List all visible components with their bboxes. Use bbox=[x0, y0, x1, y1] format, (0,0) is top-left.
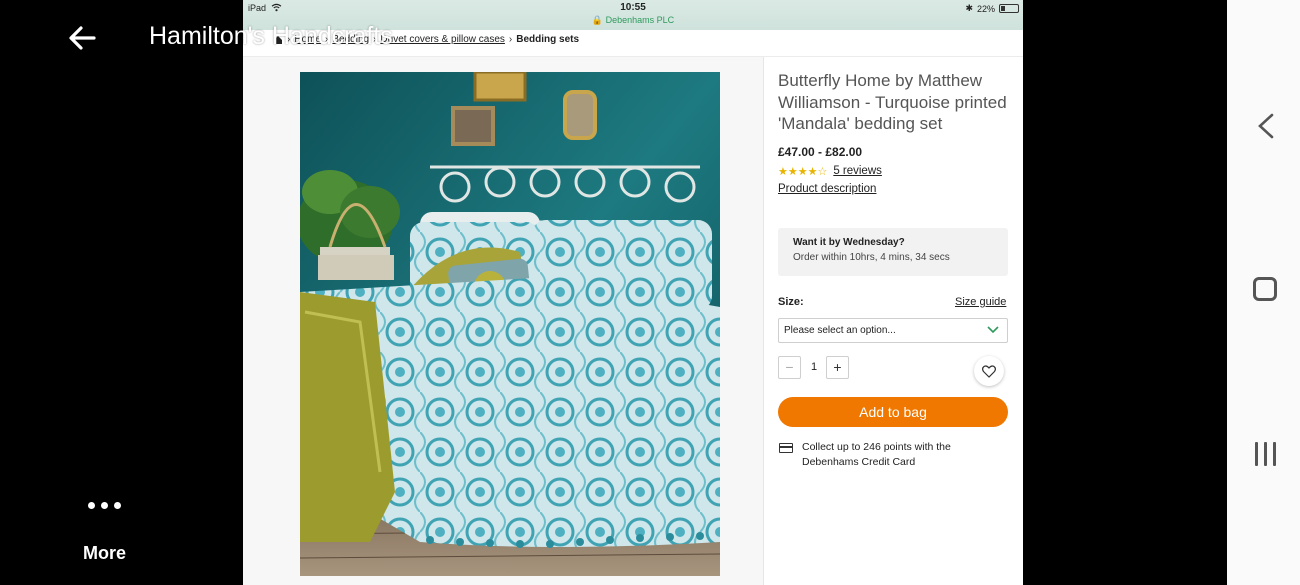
product-info: Butterfly Home by Matthew Williamson - T… bbox=[778, 70, 1008, 195]
status-time: 10:55 bbox=[620, 2, 646, 13]
chevron-left-icon[interactable] bbox=[1254, 112, 1278, 140]
quantity-value[interactable]: 1 bbox=[805, 361, 823, 373]
breadcrumb-current: Bedding sets bbox=[516, 34, 580, 45]
reviews-link[interactable]: 5 reviews bbox=[833, 165, 882, 177]
product-description-link[interactable]: Product description bbox=[778, 183, 1008, 195]
column-divider bbox=[763, 57, 764, 585]
delivery-countdown: Order within 10hrs, 4 mins, 34 secs bbox=[793, 252, 950, 263]
battery-icon bbox=[999, 4, 1019, 13]
battery-percent: 22% bbox=[976, 3, 995, 14]
delivery-title: Want it by Wednesday? bbox=[793, 237, 905, 248]
size-guide-link[interactable]: Size guide bbox=[955, 296, 1006, 308]
product-price: £47.00 - £82.00 bbox=[778, 144, 863, 159]
credit-card-promo: Collect up to 246 points with the Debenh… bbox=[802, 441, 951, 468]
product-title: Butterfly Home by Matthew Williamson - T… bbox=[778, 71, 1007, 133]
bluetooth-icon: ✱ bbox=[965, 3, 973, 13]
product-image[interactable] bbox=[300, 72, 720, 576]
android-nav-bar bbox=[1227, 0, 1300, 585]
ipad-screenshot: iPad 10:55 🔒 Debenhams PLC ✱ 22% › Home … bbox=[243, 0, 1023, 585]
breadcrumb-separator: › bbox=[508, 34, 513, 45]
more-button[interactable]: More bbox=[83, 543, 126, 564]
chevron-down-icon bbox=[987, 326, 999, 334]
viewer-title: Hamilton's Handcrafts bbox=[149, 22, 393, 50]
size-select[interactable]: Please select an option... bbox=[778, 318, 1008, 343]
credit-card-icon bbox=[779, 443, 793, 453]
size-select-value: Please select an option... bbox=[784, 325, 896, 336]
recent-apps-icon[interactable] bbox=[1253, 442, 1277, 468]
quantity-decrease-button[interactable]: − bbox=[778, 356, 801, 379]
more-dots-icon[interactable] bbox=[84, 494, 124, 516]
heart-icon bbox=[982, 364, 996, 378]
size-label: Size: bbox=[778, 296, 804, 308]
quantity-increase-button[interactable]: + bbox=[826, 356, 849, 379]
rating-row: ★★★★☆ 5 reviews bbox=[778, 165, 1008, 178]
status-right: ✱ 22% bbox=[965, 3, 1019, 14]
delivery-info: Want it by Wednesday? Order within 10hrs… bbox=[778, 228, 1008, 276]
back-arrow-icon[interactable] bbox=[64, 20, 100, 56]
home-button-icon[interactable] bbox=[1253, 277, 1277, 301]
wishlist-button[interactable] bbox=[974, 356, 1004, 386]
add-to-bag-button[interactable]: Add to bag bbox=[778, 397, 1008, 427]
breadcrumb-duvet-covers[interactable]: Duvet covers & pillow cases bbox=[380, 34, 505, 45]
rating-stars-icon: ★★★★☆ bbox=[778, 165, 828, 178]
